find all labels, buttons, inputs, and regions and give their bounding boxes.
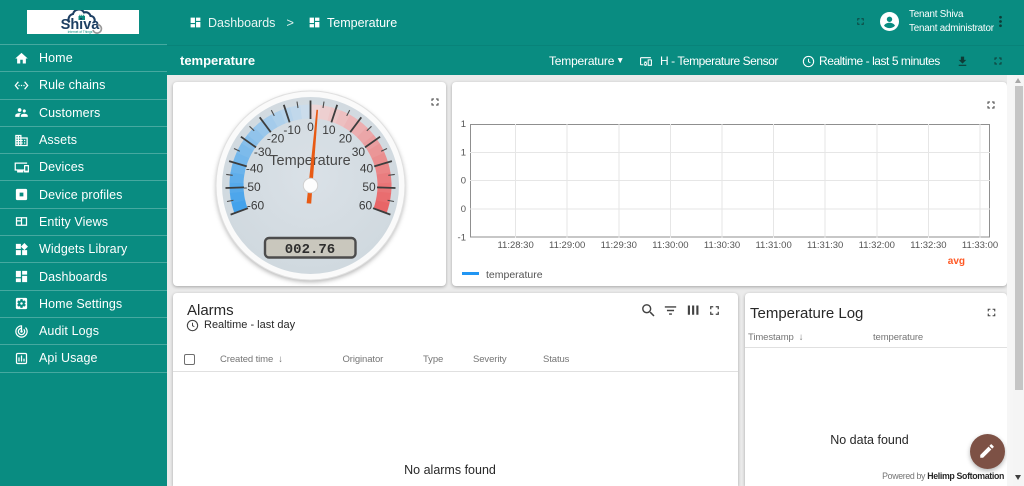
svg-text:10: 10 xyxy=(322,123,336,137)
svg-text:-20: -20 xyxy=(267,132,285,146)
svg-text:40: 40 xyxy=(360,162,374,176)
svg-text:Temperature: Temperature xyxy=(269,153,350,169)
svg-text:1: 1 xyxy=(461,147,466,158)
svg-text:-50: -50 xyxy=(243,180,261,194)
svg-text:-1: -1 xyxy=(458,232,466,243)
svg-text:-60: -60 xyxy=(247,199,265,213)
svg-text:1: 1 xyxy=(461,119,466,130)
svg-text:11:31:30: 11:31:30 xyxy=(807,240,843,251)
svg-text:0: 0 xyxy=(461,204,466,215)
svg-text:0: 0 xyxy=(307,120,314,134)
svg-text:11:29:00: 11:29:00 xyxy=(549,240,585,251)
svg-text:60: 60 xyxy=(359,199,373,213)
svg-text:50: 50 xyxy=(362,180,376,194)
svg-text:0: 0 xyxy=(461,176,466,187)
svg-text:30: 30 xyxy=(352,145,366,159)
svg-text:temperature: temperature xyxy=(486,269,543,281)
svg-text:11:32:30: 11:32:30 xyxy=(910,240,946,251)
svg-text:avg: avg xyxy=(948,256,965,267)
svg-text:-10: -10 xyxy=(283,123,301,137)
svg-text:11:31:00: 11:31:00 xyxy=(755,240,791,251)
svg-text:-40: -40 xyxy=(246,162,264,176)
svg-text:11:32:00: 11:32:00 xyxy=(859,240,895,251)
svg-text:11:29:30: 11:29:30 xyxy=(601,240,637,251)
svg-text:Internet of Things: Internet of Things xyxy=(68,30,93,34)
svg-text:002.76: 002.76 xyxy=(285,242,335,258)
svg-text:11:30:30: 11:30:30 xyxy=(704,240,740,251)
svg-text:11:33:00: 11:33:00 xyxy=(962,240,998,251)
svg-text:20: 20 xyxy=(339,132,353,146)
svg-text:11:30:00: 11:30:00 xyxy=(652,240,688,251)
svg-text:11:28:30: 11:28:30 xyxy=(497,240,533,251)
